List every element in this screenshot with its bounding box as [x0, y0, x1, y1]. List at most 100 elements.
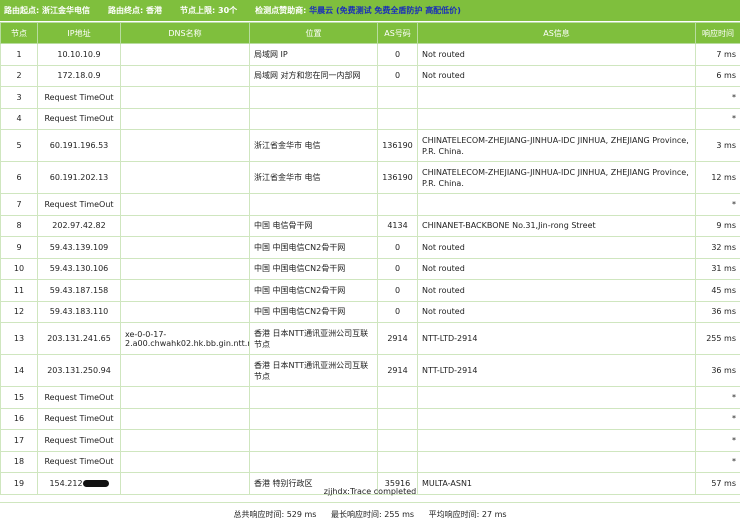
- asinfo-cell: Not routed: [417, 236, 696, 259]
- avg-time-value: 27 ms: [481, 510, 507, 519]
- ip-cell: Request TimeOut: [37, 86, 121, 109]
- asinfo-cell: CHINATELECOM-ZHEJIANG-JINHUA-IDC JINHUA,…: [417, 129, 696, 162]
- ip-cell: 59.43.139.109: [37, 236, 121, 259]
- hop-cell: 9: [0, 236, 38, 259]
- table-header-row: 节点 IP地址 DNS名称 位置 AS号码 AS信息 响应时间: [0, 22, 740, 44]
- asn-cell: 136190: [377, 129, 418, 162]
- asn-cell: 0: [377, 257, 418, 280]
- ip-cell: Request TimeOut: [37, 107, 121, 130]
- asn-cell: [377, 193, 418, 216]
- asinfo-cell: [417, 193, 696, 216]
- location-cell: [249, 107, 378, 130]
- asinfo-cell: CHINANET-BACKBONE No.31,Jin-rong Street: [417, 214, 696, 237]
- hop-cell: 15: [0, 386, 38, 409]
- hop-cell: 12: [0, 300, 38, 323]
- hop-cell: 6: [0, 161, 38, 194]
- rtt-cell: 9 ms: [695, 214, 740, 237]
- col-header-asn: AS号码: [377, 22, 418, 44]
- table-row: 3 Request TimeOut *: [0, 86, 740, 109]
- table-row: 8 202.97.42.82 中国 电信骨干网 4134 CHINANET-BACKBO…: [0, 214, 740, 237]
- origin-label: 路由起点:: [4, 6, 40, 15]
- table-row: 1 10.10.10.9 局域网 IP 0 Not routed 7 ms: [0, 43, 740, 66]
- location-cell: 局域网 IP: [249, 43, 378, 66]
- dns-cell: [120, 43, 250, 66]
- hop-limit-label: 节点上限:: [180, 6, 216, 15]
- dns-cell: [120, 450, 250, 473]
- ip-cell: 60.191.196.53: [37, 129, 121, 162]
- hop-cell: 18: [0, 450, 38, 473]
- total-time-label: 总共响应时间:: [233, 510, 285, 519]
- asinfo-cell: Not routed: [417, 300, 696, 323]
- table-row: 5 60.191.196.53 浙江省金华市 电信 136190 CHINATELECO…: [0, 129, 740, 162]
- ip-cell: 60.191.202.13: [37, 161, 121, 194]
- dns-cell: [120, 214, 250, 237]
- location-cell: [249, 86, 378, 109]
- route-info-bar: 路由起点: 浙江金华电信 路由终点: 香港 节点上限: 30个 检测点赞助商: …: [0, 0, 740, 21]
- rtt-cell: *: [695, 193, 740, 216]
- asn-cell: [377, 86, 418, 109]
- dns-cell: [120, 161, 250, 194]
- asn-cell: [377, 450, 418, 473]
- location-cell: [249, 429, 378, 452]
- hop-cell: 14: [0, 354, 38, 387]
- asn-cell: 2914: [377, 354, 418, 387]
- traceroute-table: 节点 IP地址 DNS名称 位置 AS号码 AS信息 响应时间 1 10.10.1…: [0, 22, 740, 495]
- asn-cell: 0: [377, 236, 418, 259]
- location-cell: 中国 中国电信CN2骨干网: [249, 257, 378, 280]
- asn-cell: 0: [377, 43, 418, 66]
- rtt-cell: *: [695, 86, 740, 109]
- asinfo-cell: [417, 107, 696, 130]
- asn-cell: 0: [377, 64, 418, 87]
- table-row: 10 59.43.130.106 中国 中国电信CN2骨干网 0 Not routed 3…: [0, 257, 740, 280]
- table-row: 9 59.43.139.109 中国 中国电信CN2骨干网 0 Not routed 32…: [0, 236, 740, 259]
- asn-cell: 2914: [377, 322, 418, 355]
- rtt-cell: 36 ms: [695, 300, 740, 323]
- ip-cell: 59.43.130.106: [37, 257, 121, 280]
- ip-cell: Request TimeOut: [37, 450, 121, 473]
- asinfo-cell: Not routed: [417, 43, 696, 66]
- hop-limit-value: 30个: [218, 6, 238, 15]
- table-row: 16 Request TimeOut *: [0, 407, 740, 430]
- hop-cell: 10: [0, 257, 38, 280]
- asinfo-cell: [417, 86, 696, 109]
- rtt-cell: 6 ms: [695, 64, 740, 87]
- redaction-mark: [82, 479, 109, 487]
- hop-cell: 3: [0, 86, 38, 109]
- asinfo-cell: NTT-LTD-2914: [417, 354, 696, 387]
- col-header-dns: DNS名称: [120, 22, 250, 44]
- dns-cell: [120, 193, 250, 216]
- sponsor-label: 检测点赞助商:: [255, 6, 307, 15]
- free-shield-link[interactable]: 免费全盾防护: [374, 6, 422, 15]
- destination-label: 路由终点:: [108, 6, 144, 15]
- dns-cell: [120, 354, 250, 387]
- dns-cell: [120, 64, 250, 87]
- rtt-cell: 3 ms: [695, 129, 740, 162]
- asn-cell: [377, 407, 418, 430]
- location-cell: 香港 日本NTT通讯亚洲公司互联节点: [249, 354, 378, 387]
- col-header-rtt: 响应时间: [695, 22, 740, 44]
- sponsor-info: 检测点赞助商: 华晨云 (免费测试 免费全盾防护 高配低价): [255, 5, 461, 16]
- destination-value: 香港: [146, 6, 162, 15]
- asinfo-cell: [417, 407, 696, 430]
- asn-cell: 0: [377, 279, 418, 302]
- hop-cell: 7: [0, 193, 38, 216]
- hop-cell: 16: [0, 407, 38, 430]
- max-time-value: 255 ms: [384, 510, 415, 519]
- rtt-cell: 45 ms: [695, 279, 740, 302]
- sponsor-name-link[interactable]: 华晨云: [309, 6, 333, 15]
- dns-cell: [120, 86, 250, 109]
- hop-cell: 4: [0, 107, 38, 130]
- ip-cell: 59.43.187.158: [37, 279, 121, 302]
- hop-cell: 17: [0, 429, 38, 452]
- ip-cell: Request TimeOut: [37, 386, 121, 409]
- table-row: 18 Request TimeOut *: [0, 450, 740, 473]
- high-spec-link[interactable]: 高配低价: [425, 6, 457, 15]
- col-header-asinfo: AS信息: [417, 22, 696, 44]
- max-time-label: 最长响应时间:: [331, 510, 382, 519]
- rtt-cell: *: [695, 386, 740, 409]
- table-row: 14 203.131.250.94 香港 日本NTT通讯亚洲公司互联节点 2914 NT…: [0, 354, 740, 387]
- col-header-ip: IP地址: [37, 22, 121, 44]
- free-trial-link[interactable]: 免费测试: [340, 6, 372, 15]
- rtt-cell: 7 ms: [695, 43, 740, 66]
- hop-cell: 1: [0, 43, 38, 66]
